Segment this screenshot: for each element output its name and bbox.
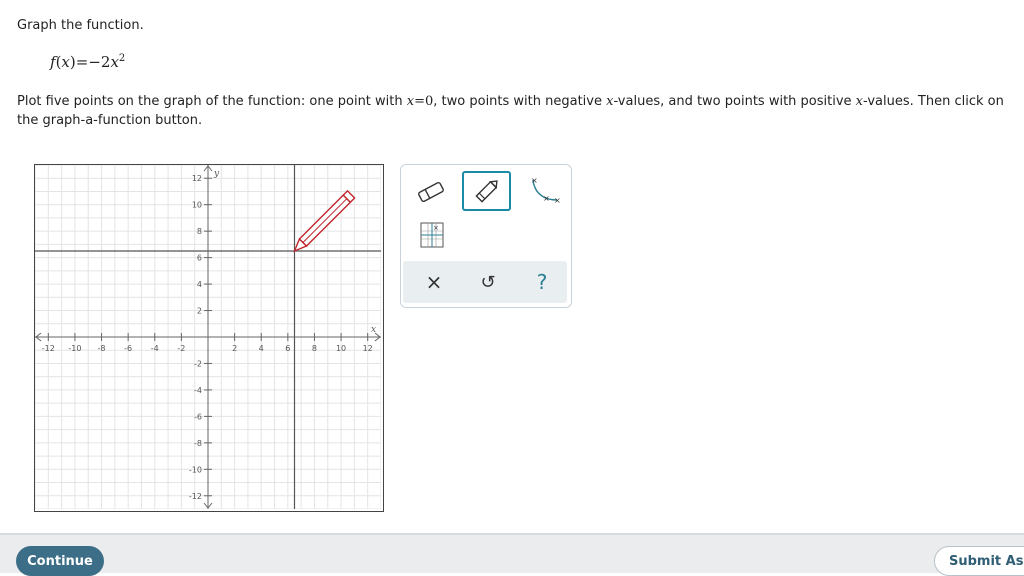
y-tick-label: -10 — [189, 465, 202, 474]
pencil-icon — [474, 180, 498, 203]
graph-toolbar: × × × × × ↺ ? — [400, 164, 572, 308]
instr-var-1: x — [406, 94, 415, 109]
instr-var-3: x — [855, 94, 864, 109]
instr-part-1: Plot five points on the graph of the fun… — [17, 94, 407, 109]
x-tick-label: -10 — [68, 344, 81, 353]
instr-part-2: , two points with negative — [433, 94, 607, 109]
undo-button[interactable]: ↺ — [475, 269, 501, 295]
function-rhs: =−2 — [75, 53, 111, 71]
x-axis-label: x — [371, 325, 376, 335]
x-tick-label: -6 — [124, 344, 132, 353]
x-tick-label: -2 — [177, 344, 185, 353]
svg-text:×: × — [543, 194, 550, 203]
action-bar: × ↺ ? — [403, 261, 567, 303]
function-name: f — [50, 53, 56, 71]
grid-point-icon: × — [420, 222, 444, 248]
svg-text:×: × — [433, 224, 439, 232]
y-tick-label: -4 — [194, 386, 202, 395]
x-tick-label: 10 — [336, 344, 346, 353]
instructions: Plot five points on the graph of the fun… — [17, 92, 1012, 130]
graph-canvas[interactable]: -12 -10 -8 -6 -4 -2 2 4 6 8 10 12 12 10 8 6 4 2 -2 -4 -6 -8 -1… — [34, 164, 384, 512]
parabola-tool-icon: × × × — [531, 176, 561, 205]
y-tick-label: -2 — [194, 359, 202, 368]
y-tick-label: 10 — [192, 201, 202, 210]
y-tick-label: -12 — [189, 492, 202, 501]
coordinate-plane[interactable]: -12 -10 -8 -6 -4 -2 2 4 6 8 10 12 12 10 8 6 4 2 -2 -4 -6 -8 -1… — [35, 165, 381, 509]
function-formula: f(x)=−2x2 — [50, 53, 126, 71]
x-tick-label: 6 — [285, 344, 290, 353]
pencil-tool[interactable] — [462, 171, 511, 211]
y-tick-label: 4 — [197, 280, 202, 289]
grid-point-tool[interactable]: × — [419, 221, 445, 249]
prompt-text: Graph the function. — [17, 18, 144, 33]
continue-button[interactable]: Continue — [16, 546, 104, 576]
function-var: x — [110, 53, 119, 71]
y-tick-label: -6 — [194, 412, 202, 421]
svg-text:×: × — [531, 176, 538, 185]
parabola-tool[interactable]: × × × — [523, 173, 563, 207]
y-tick-label: 8 — [197, 227, 202, 236]
submit-assignment-button[interactable]: Submit Ass — [934, 546, 1024, 576]
undo-icon: ↺ — [480, 271, 496, 293]
y-tick-label: 6 — [197, 254, 202, 263]
instr-eq-zero: =0 — [414, 94, 434, 109]
function-arg: x — [61, 53, 70, 71]
x-tick-label: -12 — [42, 344, 55, 353]
y-axis-label: y — [213, 169, 220, 179]
svg-text:×: × — [554, 196, 561, 205]
x-tick-label: 12 — [363, 344, 373, 353]
instr-part-3: -values, and two points with positive — [613, 94, 856, 109]
pencil-cursor-icon — [293, 189, 356, 253]
function-exponent: 2 — [118, 53, 126, 64]
close-icon: × — [425, 270, 443, 294]
eraser-tool[interactable] — [413, 177, 449, 207]
clear-button[interactable]: × — [421, 269, 447, 295]
help-button[interactable]: ? — [529, 269, 555, 295]
x-tick-label: -4 — [151, 344, 159, 353]
x-tick-label: -8 — [98, 344, 106, 353]
footer-bar — [0, 533, 1024, 573]
x-tick-label: 4 — [259, 344, 264, 353]
y-tick-label: 2 — [197, 307, 202, 316]
x-tick-label: 8 — [312, 344, 317, 353]
x-tick-label: 2 — [232, 344, 237, 353]
help-icon: ? — [536, 270, 548, 294]
y-tick-label: 12 — [192, 174, 202, 183]
y-tick-label: -8 — [194, 439, 202, 448]
eraser-icon — [418, 181, 444, 203]
